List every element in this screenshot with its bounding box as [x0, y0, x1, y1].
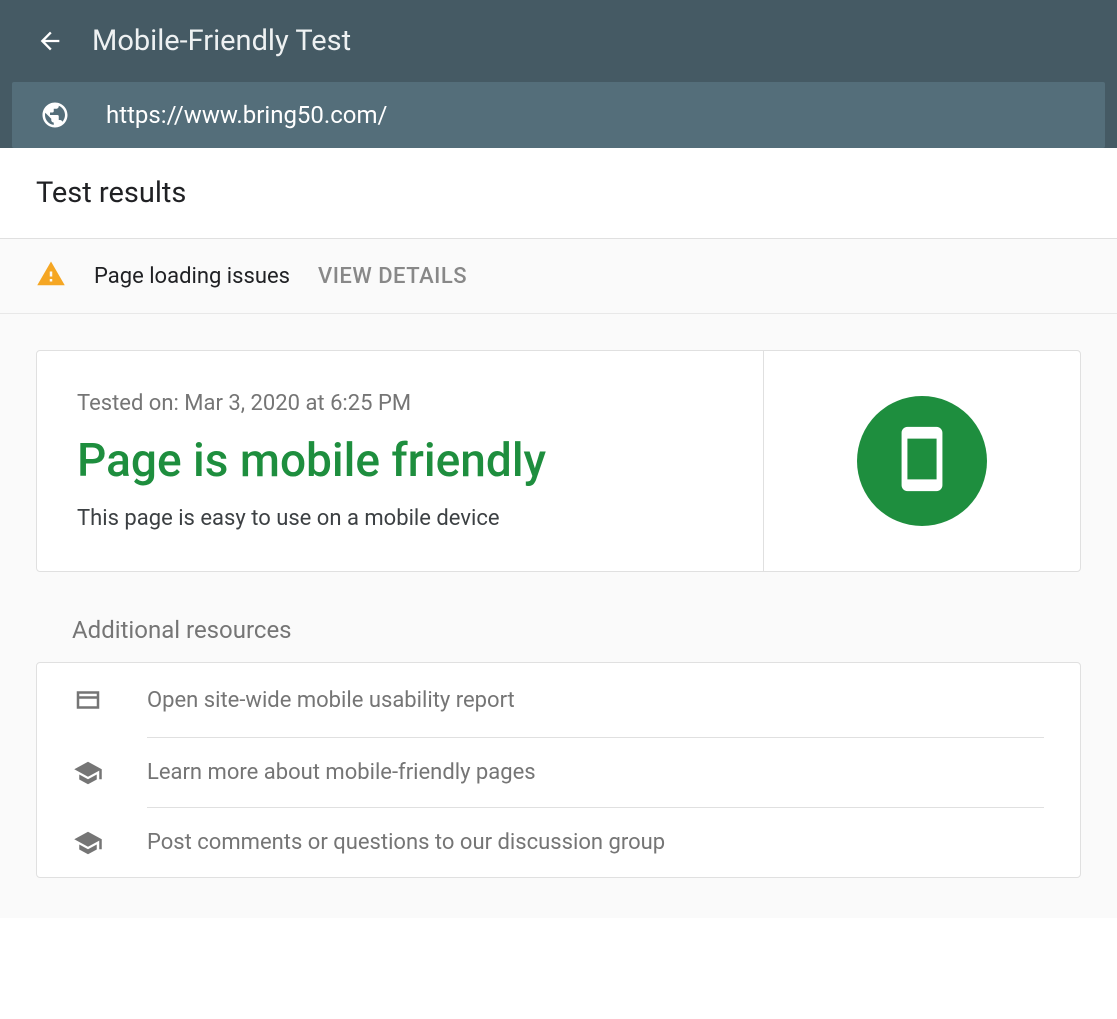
resource-link-learn-more[interactable]: Learn more about mobile-friendly pages	[37, 738, 1080, 807]
tested-url: https://www.bring50.com/	[106, 101, 387, 129]
resources-title: Additional resources	[72, 616, 1081, 644]
result-card: Tested on: Mar 3, 2020 at 6:25 PM Page i…	[36, 350, 1081, 572]
smartphone-icon	[887, 424, 957, 498]
report-icon	[73, 685, 103, 715]
warning-label: Page loading issues	[94, 264, 290, 289]
phone-badge	[857, 396, 987, 526]
globe-icon	[40, 100, 70, 130]
tested-on-timestamp: Tested on: Mar 3, 2020 at 6:25 PM	[77, 391, 723, 416]
content-area: Page loading issues VIEW DETAILS Tested …	[0, 239, 1117, 918]
resources-card: Open site-wide mobile usability report L…	[36, 662, 1081, 878]
resource-link-discussion-group[interactable]: Post comments or questions to our discus…	[37, 808, 1080, 877]
page-title: Mobile-Friendly Test	[92, 24, 351, 58]
school-icon	[73, 817, 103, 847]
resource-link-usability-report[interactable]: Open site-wide mobile usability report	[37, 663, 1080, 737]
view-details-button[interactable]: VIEW DETAILS	[318, 264, 467, 289]
result-card-badge	[764, 351, 1080, 571]
section-title-bar: Test results	[0, 148, 1117, 239]
warning-row: Page loading issues VIEW DETAILS	[0, 239, 1117, 314]
header: Mobile-Friendly Test https://www.bring50…	[0, 0, 1117, 148]
header-top: Mobile-Friendly Test	[0, 0, 1117, 82]
url-bar[interactable]: https://www.bring50.com/	[12, 82, 1105, 148]
result-heading: Page is mobile friendly	[77, 434, 723, 488]
back-arrow-icon[interactable]	[36, 27, 64, 55]
resource-label: Post comments or questions to our discus…	[147, 808, 665, 855]
results-title: Test results	[36, 176, 1081, 210]
result-card-text: Tested on: Mar 3, 2020 at 6:25 PM Page i…	[37, 351, 764, 571]
resource-label: Open site-wide mobile usability report	[147, 688, 515, 713]
warning-triangle-icon	[36, 259, 66, 293]
school-icon	[73, 747, 103, 777]
result-subtext: This page is easy to use on a mobile dev…	[77, 506, 723, 531]
resource-label: Learn more about mobile-friendly pages	[147, 738, 536, 785]
